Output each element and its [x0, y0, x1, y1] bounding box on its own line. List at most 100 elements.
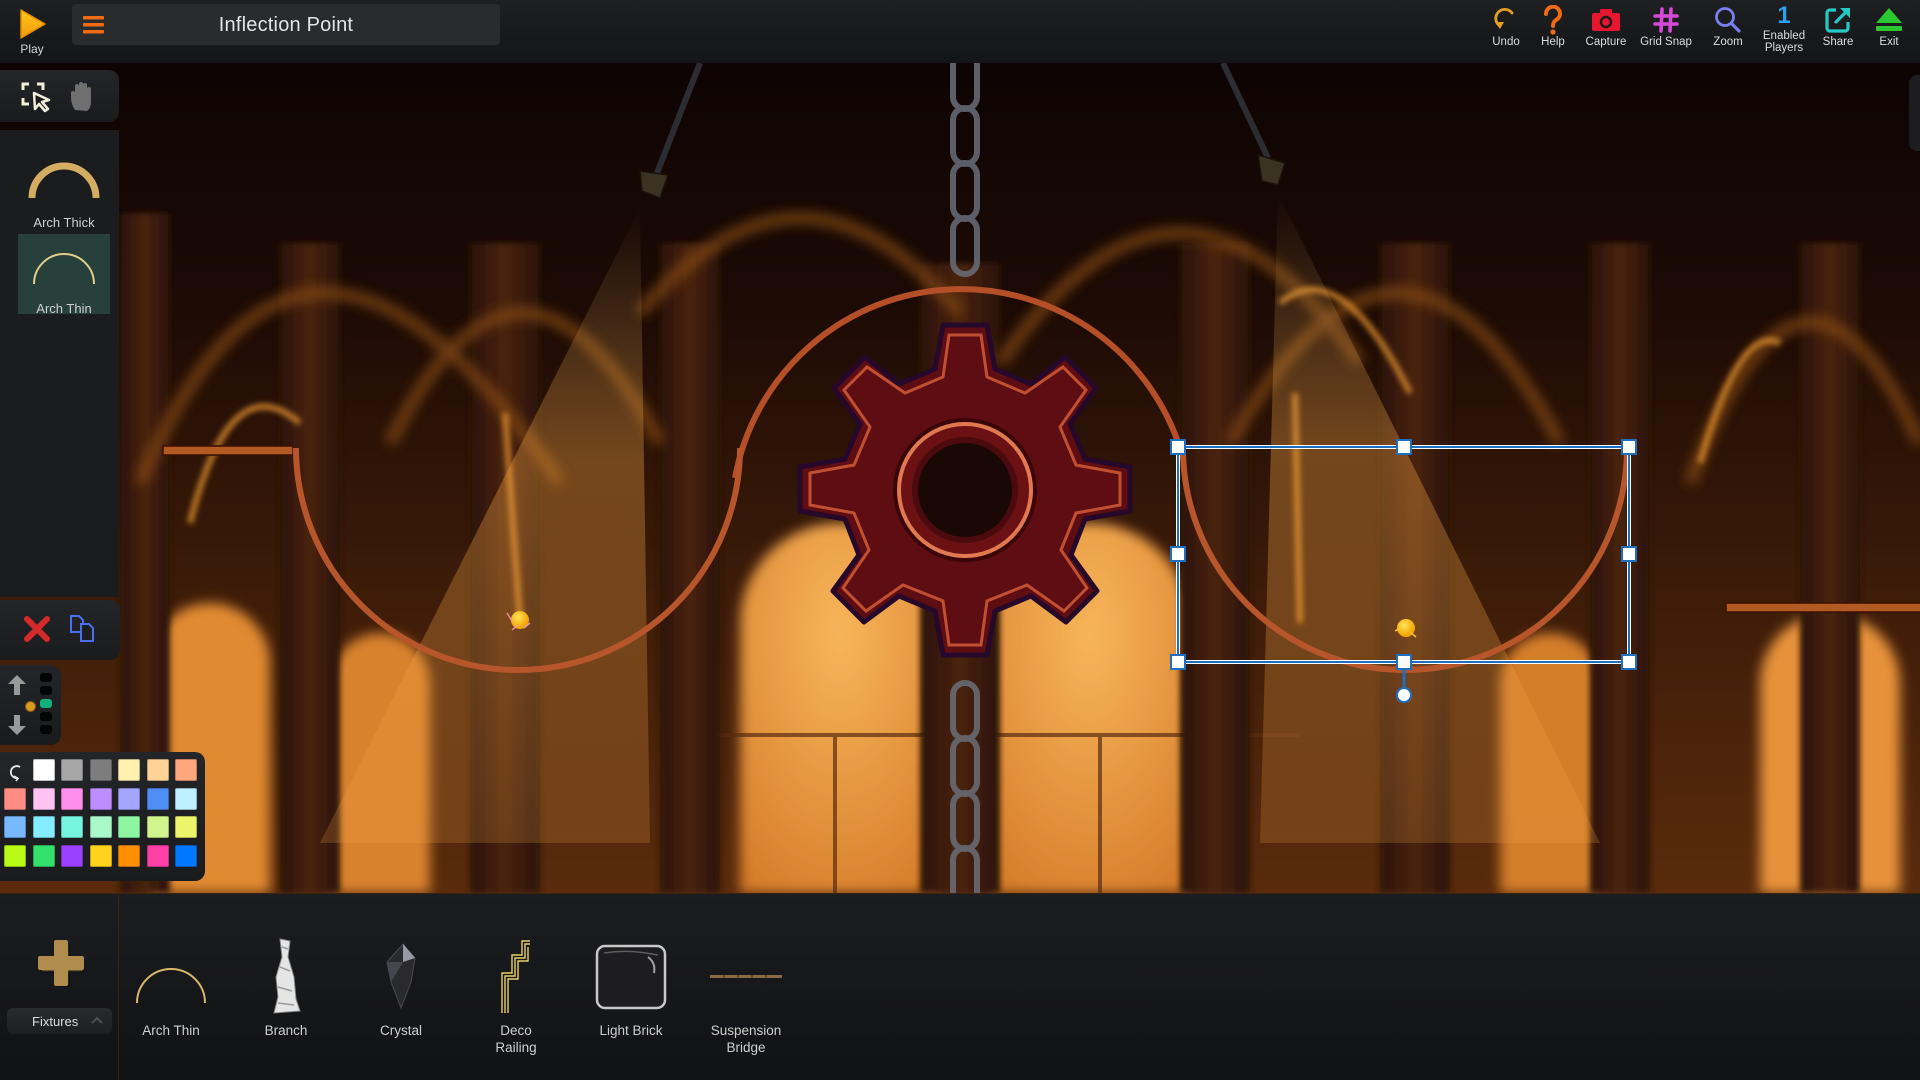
hand-icon — [71, 82, 91, 111]
layer-down-button[interactable] — [6, 713, 28, 737]
color-swatch[interactable] — [4, 787, 26, 810]
layer-dot[interactable] — [40, 712, 52, 721]
color-swatch[interactable] — [146, 759, 169, 781]
lamp-right — [1220, 63, 1286, 186]
arch-thin-icon — [33, 253, 95, 285]
scene-artwork — [120, 63, 1920, 893]
arrow-up-icon — [8, 675, 26, 695]
color-swatch[interactable] — [146, 816, 169, 838]
resize-handle-sw[interactable] — [1170, 654, 1186, 670]
fixture-light-brick-label: Light Brick — [599, 1023, 663, 1038]
resize-handle-w[interactable] — [1170, 546, 1186, 562]
fixture-crystal[interactable]: Crystal — [351, 934, 451, 1064]
layer-dot[interactable] — [40, 725, 52, 734]
suspension-bridge-icon — [710, 975, 782, 978]
color-swatch[interactable] — [32, 787, 55, 810]
color-swatch[interactable] — [118, 844, 140, 867]
play-icon — [20, 9, 46, 39]
exit-label: Exit — [1879, 36, 1899, 48]
shape-arch-thin[interactable]: Arch Thin — [18, 234, 110, 316]
fixture-deco-railing-label-1: Deco — [500, 1023, 532, 1038]
grid-snap-button[interactable]: Grid Snap — [1634, 4, 1698, 48]
fixture-deco-railing[interactable]: Deco Railing — [466, 934, 566, 1064]
color-palette — [0, 752, 205, 881]
capture-button[interactable]: Capture — [1574, 4, 1638, 48]
shape-arch-thick-label: Arch Thick — [33, 215, 95, 230]
layer-dot[interactable] — [40, 673, 52, 682]
pan-tool-button[interactable] — [66, 80, 100, 114]
color-swatch[interactable] — [61, 844, 83, 867]
share-icon — [1825, 8, 1850, 33]
play-button[interactable]: Play — [8, 6, 56, 62]
fixture-suspension-bridge-label-1: Suspension — [710, 1023, 782, 1038]
undo-icon — [1494, 8, 1514, 29]
select-tool-button[interactable] — [19, 80, 53, 114]
color-swatch[interactable] — [89, 759, 112, 781]
color-swatch[interactable] — [118, 816, 140, 838]
resize-handle-nw[interactable] — [1170, 439, 1186, 455]
plus-icon — [38, 940, 84, 987]
fixtures-category-label: Fixtures — [32, 1014, 79, 1029]
exit-button[interactable]: Exit — [1857, 4, 1920, 48]
resize-handle-ne[interactable] — [1621, 439, 1637, 455]
color-swatch[interactable] — [61, 759, 83, 781]
fixture-arch-thin[interactable]: Arch Thin — [121, 934, 221, 1064]
layer-dot[interactable] — [40, 686, 52, 695]
color-swatch[interactable] — [175, 759, 197, 781]
selection-tools-panel — [0, 70, 119, 122]
layer-panel — [0, 665, 61, 745]
lamp-left — [639, 63, 703, 199]
arch-thin-fixture-icon — [136, 968, 206, 1004]
camera-icon — [1592, 9, 1620, 31]
shape-arch-thin-label: Arch Thin — [36, 301, 92, 316]
color-swatch[interactable] — [118, 787, 140, 810]
deco-railing-icon — [501, 940, 530, 1013]
duplicate-icon — [70, 615, 94, 642]
color-swatch[interactable] — [146, 844, 169, 867]
color-swatch[interactable] — [61, 816, 83, 838]
color-swatch[interactable] — [89, 844, 112, 867]
color-swatch[interactable] — [89, 787, 112, 810]
resize-handle-s[interactable] — [1396, 654, 1412, 670]
resize-handle-se[interactable] — [1621, 654, 1637, 670]
duplicate-button[interactable] — [68, 612, 98, 644]
color-swatch[interactable] — [146, 787, 169, 810]
color-swatch[interactable] — [4, 816, 26, 838]
color-swatch[interactable] — [61, 787, 83, 810]
fixture-light-brick[interactable]: Light Brick — [581, 934, 681, 1064]
color-swatch[interactable] — [175, 816, 197, 838]
color-swatch[interactable] — [175, 787, 197, 810]
resize-handle-e[interactable] — [1621, 546, 1637, 562]
add-fixture-button[interactable] — [36, 938, 86, 993]
rotation-handle[interactable] — [1396, 687, 1412, 703]
ledge-left — [162, 445, 294, 456]
level-canvas[interactable] — [0, 63, 1920, 893]
color-swatch[interactable] — [32, 816, 55, 838]
layer-up-button[interactable] — [6, 673, 28, 697]
color-swatch[interactable] — [32, 759, 55, 781]
zoom-label: Zoom — [1713, 36, 1743, 48]
grid-hash-icon — [1653, 7, 1679, 33]
shape-picker-panel: Arch Thick Arch Thin — [0, 130, 119, 597]
shape-arch-thick[interactable]: Arch Thick — [18, 148, 110, 230]
gear — [797, 322, 1133, 658]
color-swatch[interactable] — [118, 759, 140, 781]
color-swatch[interactable] — [4, 844, 26, 867]
fixture-suspension-bridge[interactable]: Suspension Bridge — [696, 934, 796, 1064]
zoom-button[interactable]: Zoom — [1696, 4, 1760, 48]
arrow-down-icon — [8, 715, 26, 735]
fixtures-category-dropdown[interactable]: Fixtures — [7, 1008, 112, 1034]
edit-actions-panel — [0, 600, 120, 660]
top-toolbar: Play Inflection Point Undo Help Capture — [0, 0, 1920, 63]
resize-handle-n[interactable] — [1396, 439, 1412, 455]
magnifier-icon — [1715, 7, 1741, 33]
color-swatch[interactable] — [89, 816, 112, 838]
fixture-branch[interactable]: Branch — [236, 934, 336, 1064]
color-swatch[interactable] — [32, 844, 55, 867]
reset-color-button[interactable] — [6, 762, 26, 782]
layer-dot-active[interactable] — [40, 699, 52, 708]
color-swatch[interactable] — [175, 844, 197, 867]
capture-label: Capture — [1585, 36, 1627, 48]
right-edge-panel[interactable] — [1909, 75, 1920, 151]
delete-button[interactable] — [22, 614, 52, 644]
